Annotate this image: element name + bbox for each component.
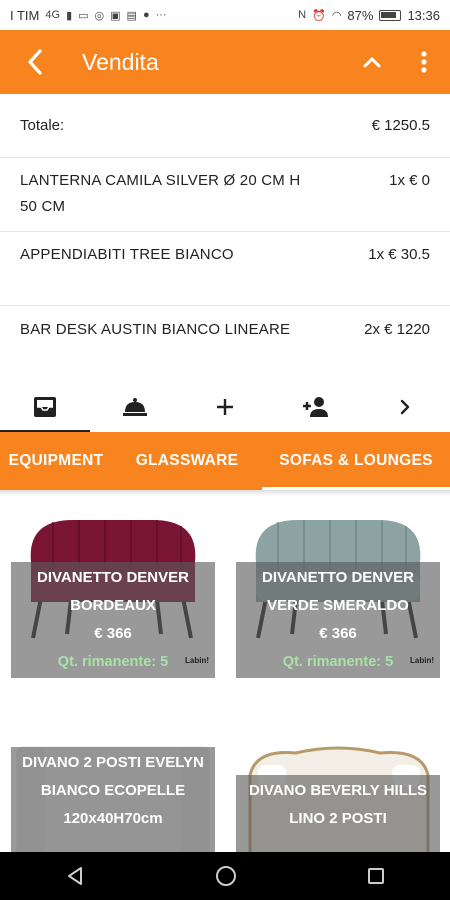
back-triangle-icon[interactable]	[64, 865, 86, 887]
order-item-qty-price: 1x € 0	[389, 172, 430, 189]
chevron-up-icon	[363, 57, 381, 68]
total-label: Totale:	[20, 116, 65, 134]
tab-add-customer[interactable]	[270, 382, 360, 432]
order-item-qty-price: 2x € 1220	[364, 321, 430, 338]
order-item-name: BAR DESK AUSTIN BIANCO LINEARE	[20, 321, 291, 338]
order-item-row[interactable]: BAR DESK AUSTIN BIANCO LINEARE 2x € 1220	[0, 306, 450, 380]
more-vertical-icon	[421, 51, 427, 73]
order-item-row[interactable]: APPENDIABITI TREE BIANCO 1x € 30.5	[0, 232, 450, 306]
product-card-denver-verde[interactable]: DIVANETTO DENVER VERDE SMERALDO € 366 Qt…	[236, 510, 440, 678]
product-grid: DIVANETTO DENVER BORDEAUX € 366 Qt. rima…	[0, 490, 450, 852]
whatsapp-icon: ◎	[94, 9, 105, 22]
facebook-icon: ●	[142, 9, 150, 21]
brand-logo: Labin!	[185, 656, 209, 665]
product-name: DIVANETTO DENVER	[262, 569, 414, 586]
category-tabs: EQUIPMENT GLASSWARE SOFAS & LOUNGES	[0, 432, 450, 490]
order-item-name: LANTERNA CAMILA SILVER Ø 20 CM H 50 CM	[20, 172, 301, 215]
product-overlay: DIVANO BEVERLY HILLS LINO 2 POSTI	[236, 775, 440, 852]
brand-logo: Labin!	[410, 656, 434, 665]
more-notifications: ···	[155, 9, 167, 21]
signal-icon: ▮	[66, 9, 73, 22]
product-name: BORDEAUX	[70, 597, 156, 614]
plus-icon	[217, 399, 233, 415]
order-summary: Totale: € 1250.5 LANTERNA CAMILA SILVER …	[0, 94, 450, 382]
status-bar: I TIM 4G ▮ ▭ ◎ ▣ ▤ ● ··· N ⏰ ◠ 87% 13:36	[0, 0, 450, 30]
nfc-icon: N	[298, 9, 307, 21]
home-circle-icon[interactable]	[214, 864, 238, 888]
carrier-label: I TIM	[10, 7, 40, 23]
inbox-icon	[34, 397, 56, 417]
product-card-denver-bordeaux[interactable]: DIVANETTO DENVER BORDEAUX € 366 Qt. rima…	[11, 510, 215, 678]
product-price: € 366	[319, 625, 357, 642]
product-dimensions: 120x40H70cm	[63, 810, 163, 827]
alarm-icon: ⏰	[312, 9, 326, 22]
collapse-button[interactable]	[346, 30, 398, 94]
status-right: N ⏰ ◠ 87% 13:36	[298, 8, 440, 23]
chevron-right-icon	[400, 399, 410, 415]
product-card-beverly-hills[interactable]: DIVANO BEVERLY HILLS LINO 2 POSTI	[236, 735, 440, 852]
tool-tabs	[0, 382, 450, 432]
product-card-evelyn[interactable]: DIVANO 2 POSTI EVELYN BIANCO ECOPELLE 12…	[11, 735, 215, 852]
recents-square-icon[interactable]	[366, 866, 386, 886]
tab-sofas-lounges[interactable]: SOFAS & LOUNGES	[262, 432, 450, 490]
order-item-row[interactable]: LANTERNA CAMILA SILVER Ø 20 CM H 50 CM 1…	[0, 158, 450, 232]
status-left: I TIM 4G ▮ ▭ ◎ ▣ ▤ ● ···	[10, 8, 167, 23]
tab-service[interactable]	[90, 382, 180, 432]
tab-add[interactable]	[180, 382, 270, 432]
service-bell-icon	[123, 398, 147, 416]
app-bar: Vendita	[0, 30, 450, 94]
total-row: Totale: € 1250.5	[0, 94, 450, 158]
tab-inbox[interactable]	[0, 382, 90, 432]
page-title: Vendita	[82, 48, 159, 75]
product-price: € 366	[94, 625, 132, 642]
battery-icon	[379, 9, 402, 21]
arrow-left-icon	[28, 49, 42, 75]
total-value: € 1250.5	[371, 116, 430, 134]
product-name: BIANCO ECOPELLE	[40, 782, 186, 799]
add-person-icon	[303, 397, 328, 417]
product-name: DIVANO BEVERLY HILLS	[248, 782, 428, 799]
wifi-icon: ◠	[331, 9, 342, 22]
divider	[0, 490, 450, 496]
back-button[interactable]	[0, 30, 70, 94]
product-name: DIVANETTO DENVER	[37, 569, 189, 586]
product-name: VERDE SMERALDO	[267, 597, 409, 614]
tab-equipment[interactable]: EQUIPMENT	[0, 432, 112, 490]
image-icon: ▤	[126, 9, 137, 22]
clock: 13:36	[407, 7, 440, 23]
tab-glassware[interactable]: GLASSWARE	[112, 432, 262, 490]
overflow-menu-button[interactable]	[398, 30, 450, 94]
product-overlay: DIVANO 2 POSTI EVELYN BIANCO ECOPELLE 12…	[11, 747, 215, 852]
chat-icon: ▣	[110, 9, 121, 22]
product-name: DIVANO 2 POSTI EVELYN	[22, 754, 204, 771]
tab-next[interactable]	[360, 382, 450, 432]
product-name: LINO 2 POSTI	[289, 810, 387, 827]
order-item-qty-price: 1x € 30.5	[368, 246, 430, 263]
order-item-name: APPENDIABITI TREE BIANCO	[20, 246, 234, 263]
battery-percent: 87%	[347, 7, 374, 23]
laptop-icon: ▭	[78, 9, 89, 22]
system-navigation-bar	[0, 852, 450, 900]
network-type: 4G	[45, 9, 61, 21]
